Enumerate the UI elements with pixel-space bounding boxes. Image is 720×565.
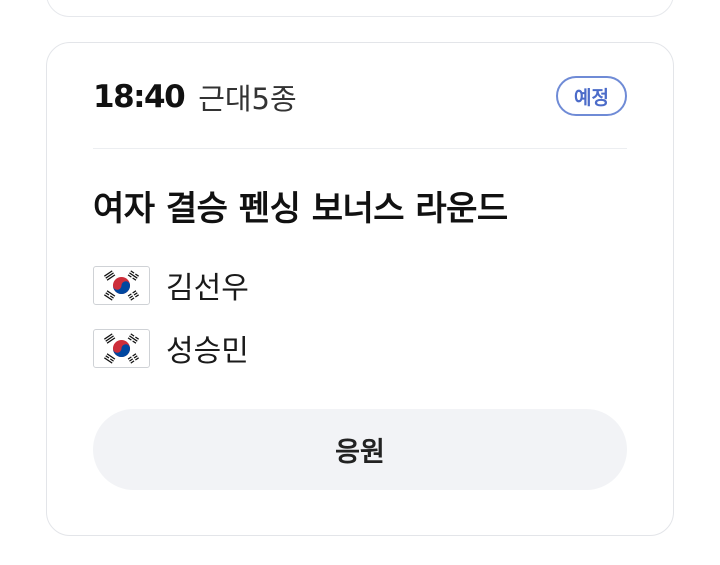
status-badge: 예정 — [556, 76, 627, 116]
divider — [93, 148, 627, 149]
athlete-name: 김선우 — [166, 271, 249, 306]
athlete-name: 성승민 — [166, 334, 249, 369]
match-time: 18:40 — [93, 79, 186, 115]
match-card: 18:40 근대5종 예정 여자 결승 펜싱 보너스 라운드 김선우 성승민 응… — [46, 42, 674, 536]
cheer-button[interactable]: 응원 — [93, 409, 627, 490]
match-header: 18:40 근대5종 예정 — [93, 73, 627, 121]
athlete-row: 김선우 — [93, 265, 249, 306]
south-korea-flag-icon — [93, 265, 150, 305]
event-title: 여자 결승 펜싱 보너스 라운드 — [93, 189, 508, 229]
south-korea-flag-icon — [93, 328, 150, 368]
sport-name: 근대5종 — [198, 82, 297, 116]
previous-match-card — [46, 0, 674, 17]
athlete-row: 성승민 — [93, 328, 249, 369]
